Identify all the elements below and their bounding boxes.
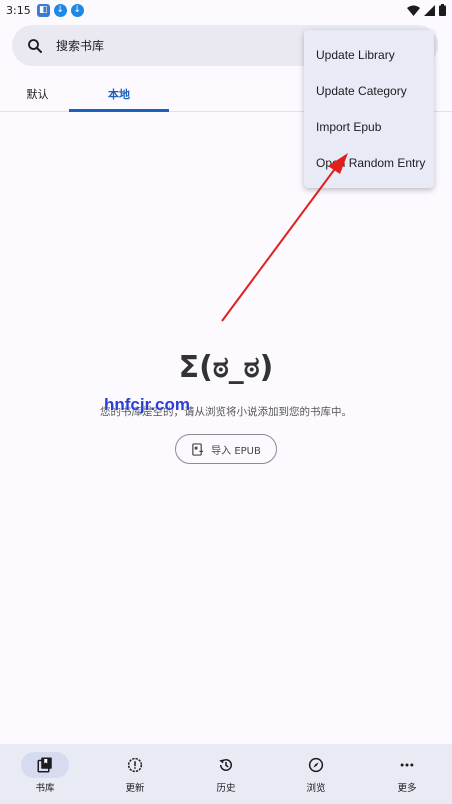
empty-state-message: 您的书库是空的，请从浏览将小说添加到您的书库中。: [100, 406, 352, 418]
nav-label-library: 书库: [35, 783, 55, 794]
import-epub-label: 导入 EPUB: [211, 445, 261, 457]
nav-label-more: 更多: [397, 783, 417, 794]
import-epub-button[interactable]: 导入 EPUB: [175, 434, 277, 464]
menu-item-update-category[interactable]: Update Category: [304, 73, 434, 109]
nav-item-history[interactable]: 历史: [181, 744, 271, 804]
nav-item-updates[interactable]: 更新: [90, 744, 180, 804]
download-icon: ↓: [70, 3, 84, 17]
watermark: hnfcjr.com: [104, 395, 190, 414]
nav-item-library[interactable]: 书库: [0, 744, 90, 804]
more-horiz-icon: [400, 763, 414, 767]
app-notification-icon: ◧: [36, 3, 50, 17]
compass-icon: [308, 757, 324, 773]
menu-item-update-library[interactable]: Update Library: [304, 37, 434, 73]
nav-label-updates: 更新: [125, 783, 145, 794]
overflow-menu: Update Library Update Category Import Ep…: [304, 30, 434, 188]
signal-icon: [424, 4, 435, 16]
library-icon: [37, 757, 52, 773]
search-icon: [28, 38, 42, 53]
status-time: 3:15: [6, 3, 31, 17]
bottom-navigation: 书库 更新 历史 浏览 更多: [0, 744, 452, 804]
battery-icon: [439, 4, 446, 16]
nav-item-browse[interactable]: 浏览: [271, 744, 361, 804]
file-import-icon: [192, 442, 204, 456]
history-icon: [219, 758, 232, 771]
nav-label-browse: 浏览: [306, 783, 326, 794]
tab-local[interactable]: 本地: [69, 76, 169, 112]
nav-label-history: 历史: [216, 783, 236, 794]
menu-item-open-random-entry[interactable]: Open Random Entry: [304, 145, 434, 181]
menu-item-import-epub[interactable]: Import Epub: [304, 109, 434, 145]
wifi-icon: [407, 5, 420, 16]
alert-circle-icon: [127, 757, 143, 773]
download-icon: ↓: [53, 3, 67, 17]
tab-active-indicator: [69, 109, 169, 112]
nav-active-pill: [21, 752, 69, 778]
tab-default[interactable]: 默认: [0, 76, 75, 112]
search-input[interactable]: 搜索书库: [56, 37, 104, 54]
status-indicators: [407, 4, 446, 16]
nav-item-more[interactable]: 更多: [362, 744, 452, 804]
status-bar: 3:15 ◧ ↓ ↓: [0, 0, 452, 20]
empty-state-face: Σ(ಠ_ಠ): [178, 350, 274, 385]
